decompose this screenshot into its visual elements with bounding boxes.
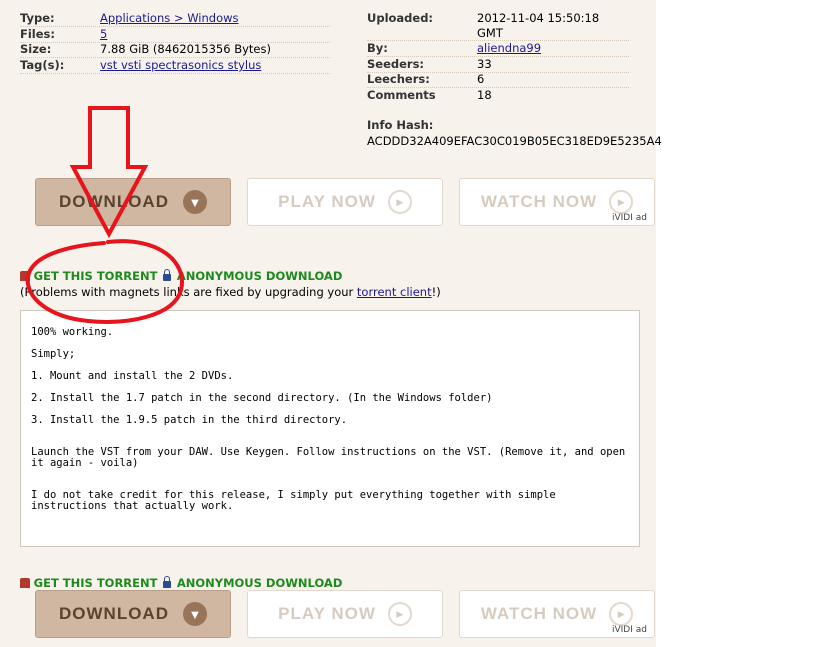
annotation-arrow-icon [69,106,149,239]
annotation-overlay [25,106,184,324]
annotation-circle-icon [25,239,184,324]
